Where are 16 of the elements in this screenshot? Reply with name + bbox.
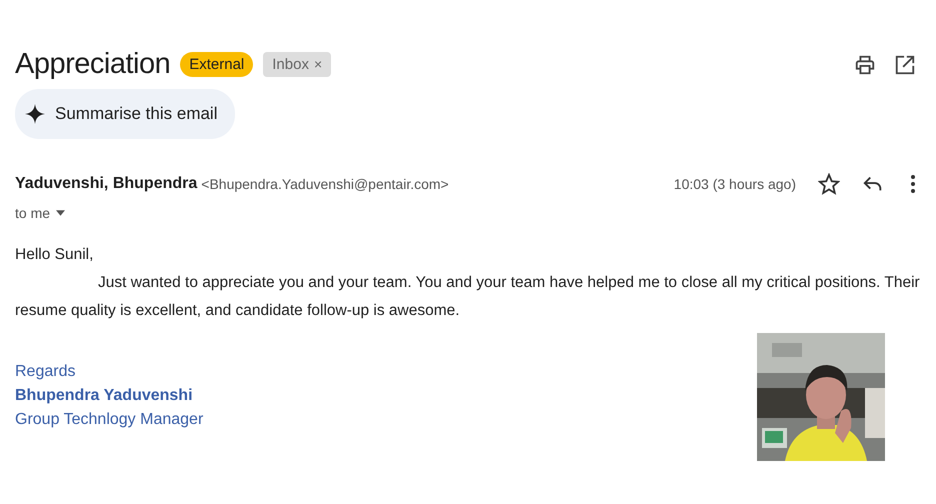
- recipients-dropdown[interactable]: to me: [15, 205, 66, 221]
- label-text: External: [189, 56, 244, 73]
- signature-title: Group Technlogy Manager: [15, 411, 204, 429]
- sender-name: Yaduvenshi, Bhupendra: [15, 175, 198, 193]
- sender-email: <Bhupendra.Yaduvenshi@pentair.com>: [201, 176, 449, 192]
- greeting-text: Hello Sunil,: [15, 245, 94, 265]
- remove-label-button[interactable]: ×: [314, 56, 322, 73]
- label-text: Inbox: [272, 56, 309, 73]
- closing-text: Regards: [15, 363, 76, 381]
- message-paragraph: Just wanted to appreciate you and your team. You and your team have helped me to close all my critical positions. Their resume quality is excellent, and candidate follow-up is awesome.: [15, 273, 920, 321]
- caret-icon: [56, 210, 66, 216]
- email-time: 10:03 (3 hours ago): [674, 176, 796, 192]
- summarise-button[interactable]: Summarise this email: [15, 89, 234, 139]
- sparkle-icon: [25, 104, 45, 124]
- email-subject: Appreciation: [15, 48, 170, 81]
- signature-name: Bhupendra Yaduvenshi: [15, 387, 194, 405]
